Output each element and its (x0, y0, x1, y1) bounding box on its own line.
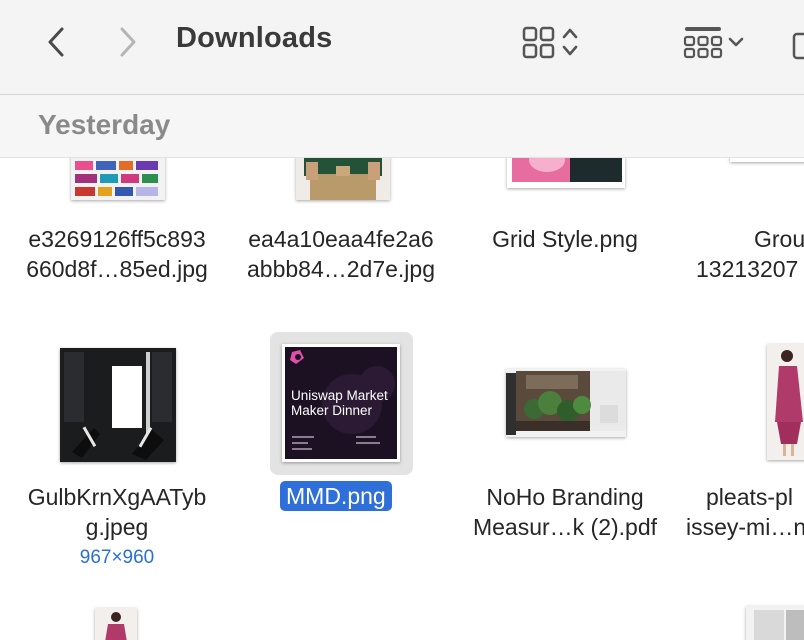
chevron-right-icon (120, 27, 136, 57)
file-name: NoHo Branding Measur…k (2).pdf (472, 484, 658, 540)
file-grid: e3269126ff5c893 660d8f…85ed.jpg ea4a10ea… (0, 158, 804, 640)
file-name: Grid Style.png (492, 226, 638, 252)
chevron-down-icon (728, 37, 744, 47)
file-thumbnail (730, 158, 804, 162)
file-name: Grou 13213207 (696, 226, 804, 282)
file-thumbnail (71, 158, 165, 200)
share-icon (792, 32, 804, 60)
file-thumbnail (95, 608, 137, 640)
file-name: MMD.png (280, 481, 392, 511)
up-down-chevron-icon (562, 28, 578, 56)
file-thumbnail (506, 369, 626, 437)
file-thumbnail (296, 158, 390, 200)
view-mode-button[interactable] (512, 22, 588, 62)
file-thumbnail (507, 158, 625, 188)
group-by-icon (683, 27, 723, 59)
file-thumbnail (746, 606, 804, 640)
toolbar: Downloads (0, 0, 804, 95)
file-name: GulbKrnXgAATyb g.jpeg (27, 484, 207, 540)
chevron-left-icon (48, 27, 64, 57)
group-by-button[interactable] (674, 22, 754, 62)
file-thumbnail (767, 344, 804, 460)
file-thumbnail (60, 348, 176, 462)
image-dimensions: 967×960 (79, 547, 155, 568)
file-thumbnail: Uniswap Market Maker Dinner (282, 344, 400, 462)
section-label: Yesterday (38, 109, 171, 140)
back-button[interactable] (38, 22, 74, 62)
thumbnail-text: Uniswap Market Maker Dinner (291, 388, 388, 418)
file-name: e3269126ff5c893 660d8f…85ed.jpg (26, 226, 208, 282)
file-name: ea4a10eaa4fe2a6 abbb84…2d7e.jpg (247, 226, 435, 282)
share-button[interactable] (786, 26, 804, 62)
forward-button[interactable] (110, 22, 146, 62)
section-header: Yesterday (0, 95, 804, 158)
window-title: Downloads (176, 22, 333, 54)
file-name: pleats-pl issey-mi…n (686, 484, 804, 540)
grid-view-icon (522, 26, 555, 59)
